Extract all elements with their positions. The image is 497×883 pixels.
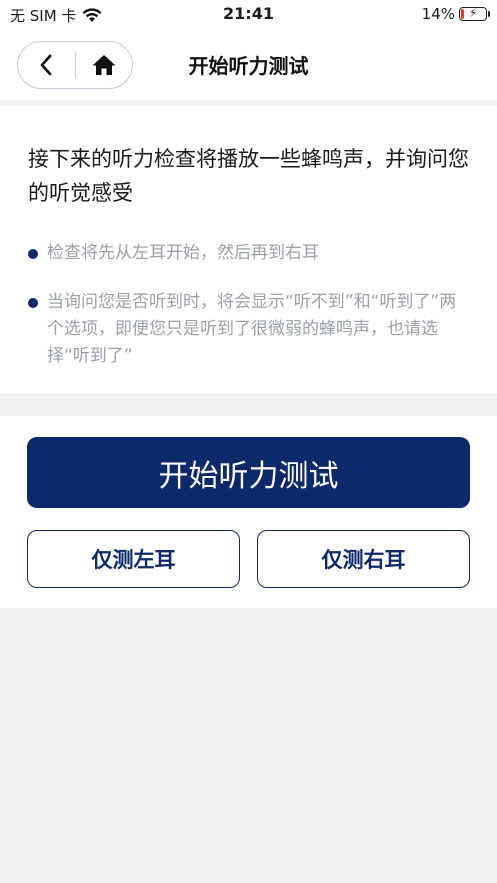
- battery-percent: 14%: [421, 5, 455, 23]
- instructions-intro: 接下来的听力检查将播放一些蜂鸣声，并询问您的听觉感受: [28, 147, 469, 205]
- instructions-list: 检查将先从左耳开始，然后再到右耳 当询问您是否听到时，将会显示“听不到”和“听到…: [28, 240, 469, 370]
- battery-group: 14% ⚡: [421, 5, 490, 23]
- bullet-dot-icon: [28, 298, 38, 308]
- start-hearing-test-button[interactable]: 开始听力测试: [27, 437, 470, 508]
- battery-icon: ⚡: [459, 6, 490, 21]
- status-bar: 无 SIM 卡 21:41 14% ⚡: [0, 0, 497, 30]
- bullet-dot-icon: [28, 249, 38, 259]
- actions-card: 开始听力测试 仅测左耳 仅测右耳: [0, 416, 497, 608]
- instructions-card: 接下来的听力检查将播放一些蜂鸣声，并询问您的听觉感受 检查将先从左耳开始，然后再…: [0, 106, 497, 394]
- test-right-ear-button[interactable]: 仅测右耳: [257, 530, 470, 588]
- instruction-text: 检查将先从左耳开始，然后再到右耳: [47, 243, 319, 263]
- list-item: 检查将先从左耳开始，然后再到右耳: [28, 240, 469, 267]
- list-item: 当询问您是否听到时，将会显示“听不到”和“听到了”两个选项，即便您只是听到了很微…: [28, 289, 469, 370]
- page-title: 开始听力测试: [0, 50, 497, 79]
- nav-bar: 开始听力测试: [0, 30, 497, 100]
- page-title-text: 开始听力测试: [188, 54, 309, 78]
- test-left-ear-button[interactable]: 仅测左耳: [27, 530, 240, 588]
- battery-level-fill: [461, 9, 464, 19]
- charging-bolt-icon: ⚡: [469, 6, 478, 20]
- instruction-text: 当询问您是否听到时，将会显示“听不到”和“听到了”两个选项，即便您只是听到了很微…: [47, 292, 457, 366]
